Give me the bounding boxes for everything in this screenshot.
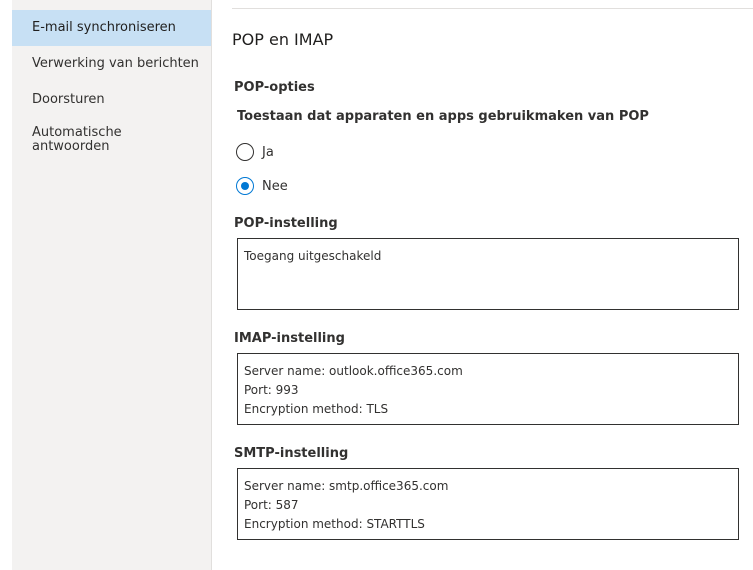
sidebar-item-label: Automatische antwoorden [32,125,122,154]
pop-options-heading: POP-opties [234,80,315,95]
radio-option-yes[interactable]: Ja [236,142,274,162]
smtp-port: Port: 587 [244,498,299,512]
smtp-server-name: Server name: smtp.office365.com [244,479,449,493]
left-gutter [0,0,12,570]
settings-sidebar: E-mail synchroniseren Verwerking van ber… [12,0,212,570]
settings-main: POP en IMAP POP-opties Toestaan dat appa… [212,0,753,570]
page-title: POP en IMAP [232,30,334,49]
imap-setting-box: Server name: outlook.office365.com Port:… [237,353,739,425]
smtp-setting-box: Server name: smtp.office365.com Port: 58… [237,468,739,540]
smtp-encryption: Encryption method: STARTTLS [244,517,425,531]
imap-setting-heading: IMAP-instelling [234,331,345,346]
pop-allow-question: Toestaan dat apparaten en apps gebruikma… [237,109,649,124]
smtp-setting-heading: SMTP-instelling [234,446,349,461]
radio-option-no[interactable]: Nee [236,176,288,196]
sidebar-item-forwarding[interactable]: Doorsturen [12,82,211,118]
radio-no[interactable] [236,177,254,195]
sidebar-item-email-sync[interactable]: E-mail synchroniseren [12,10,211,46]
imap-port: Port: 993 [244,383,299,397]
sidebar-item-automatic-replies[interactable]: Automatische antwoorden [12,126,211,160]
imap-server-name: Server name: outlook.office365.com [244,364,463,378]
radio-yes-label: Ja [262,144,274,160]
divider [232,8,753,9]
sidebar-item-label: Verwerking van berichten [32,56,199,71]
imap-encryption: Encryption method: TLS [244,402,389,416]
sidebar-item-label: E-mail synchroniseren [32,20,176,35]
sidebar-item-message-handling[interactable]: Verwerking van berichten [12,46,211,82]
sidebar-item-label: Doorsturen [32,92,105,107]
pop-setting-status: Toegang uitgeschakeld [244,249,382,263]
pop-setting-box: Toegang uitgeschakeld [237,238,739,310]
pop-setting-heading: POP-instelling [234,216,338,231]
radio-no-label: Nee [262,178,288,194]
radio-yes[interactable] [236,143,254,161]
